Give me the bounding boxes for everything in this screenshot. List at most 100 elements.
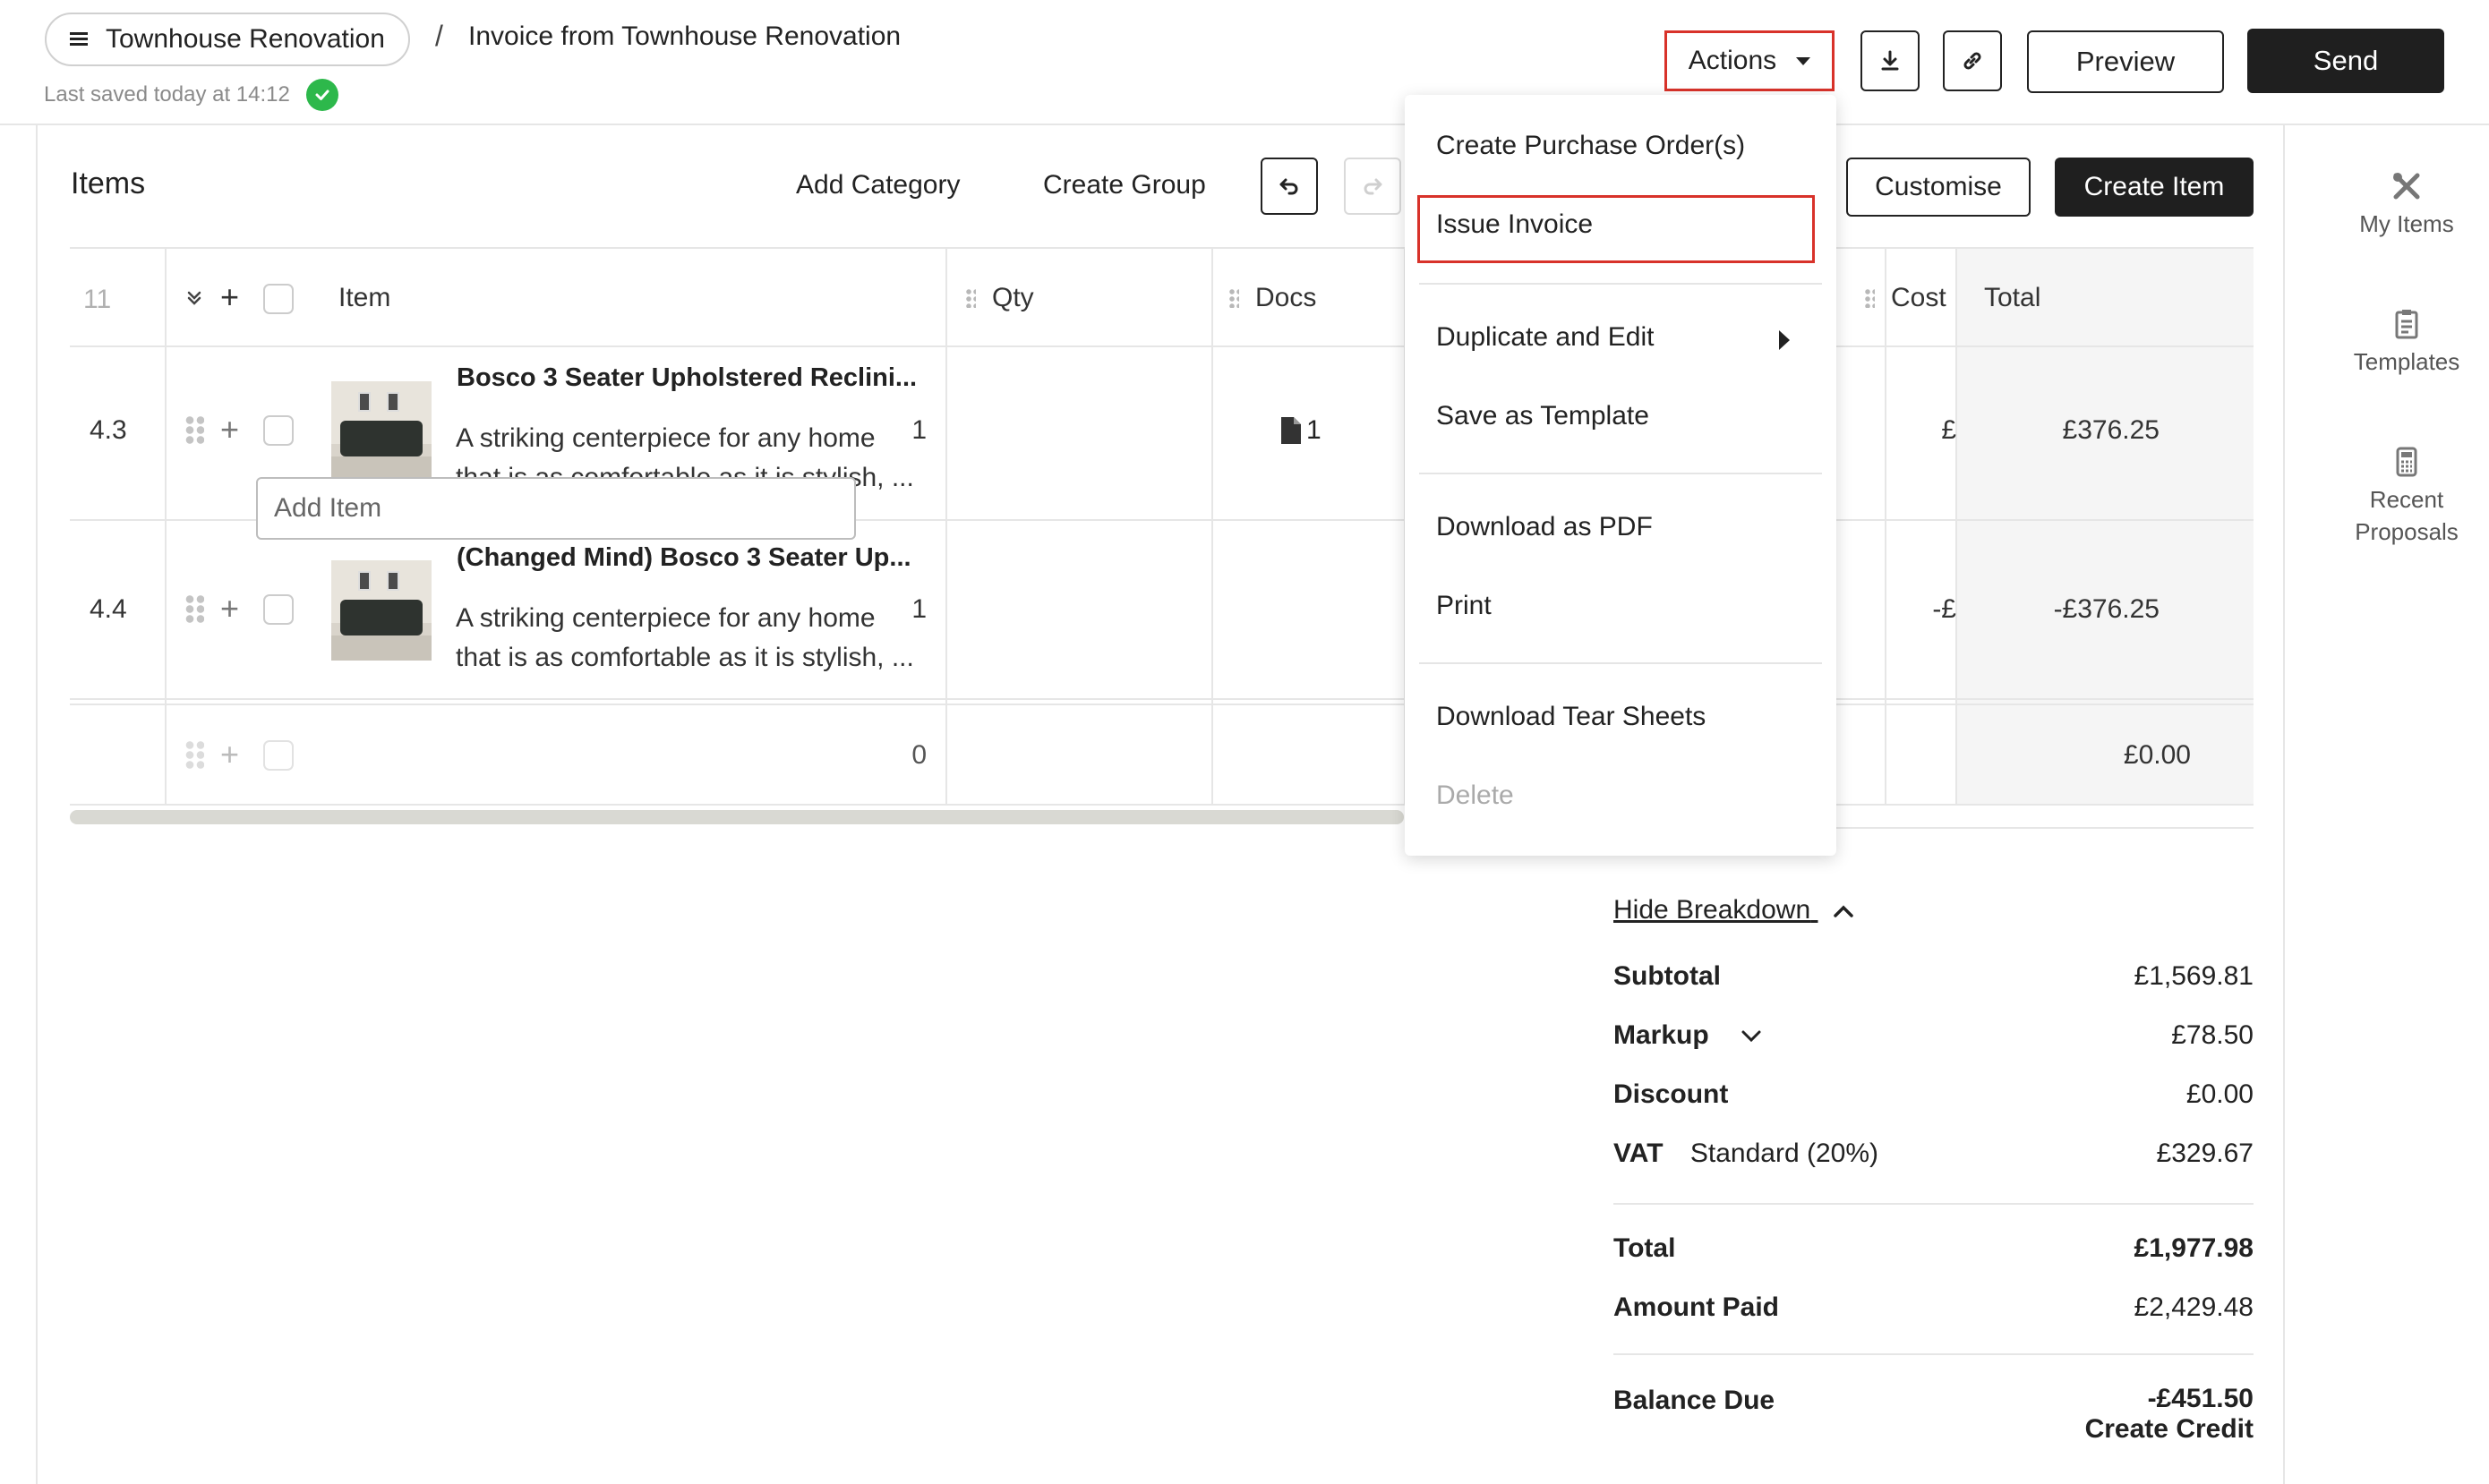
item-name[interactable]: (Changed Mind) Bosco 3 Seater Up... — [457, 543, 911, 573]
sidebar-item-my-items[interactable]: My Items — [2324, 170, 2489, 240]
sidebar-label: Proposals — [2355, 518, 2459, 545]
drag-handle-icon[interactable] — [1228, 288, 1239, 308]
item-thumbnail[interactable] — [331, 560, 432, 661]
sidebar-item-recent-proposals[interactable]: Recent Proposals — [2324, 446, 2489, 548]
menu-item-delete: Delete — [1436, 780, 1514, 810]
discount-label[interactable]: Discount — [1613, 1079, 1728, 1110]
column-docs[interactable]: Docs — [1228, 283, 1316, 313]
vat-label: VAT — [1613, 1139, 1664, 1168]
menu-item-print[interactable]: Print — [1436, 591, 1492, 621]
preview-button[interactable]: Preview — [2027, 30, 2224, 93]
cost-value[interactable]: -£ — [1932, 594, 1956, 625]
column-cost-label: Cost — [1891, 283, 1946, 312]
download-button[interactable] — [1860, 30, 1920, 91]
undo-button[interactable] — [1261, 158, 1318, 215]
drag-handle-icon[interactable] — [1864, 288, 1875, 308]
drag-handle-icon[interactable] — [184, 415, 204, 446]
actions-dropdown-menu: Create Purchase Order(s) Issue Invoice D… — [1405, 95, 1836, 856]
menu-item-save-as-template[interactable]: Save as Template — [1436, 401, 1649, 431]
actions-button[interactable]: Actions — [1664, 30, 1835, 91]
caret-down-icon — [1796, 56, 1811, 65]
clipboard-icon — [2395, 310, 2418, 339]
horizontal-scrollbar[interactable] — [70, 810, 1404, 824]
save-status: Last saved today at 14:12 — [44, 79, 338, 111]
project-name: Townhouse Renovation — [106, 24, 385, 54]
markup-value: £78.50 — [2171, 1020, 2254, 1050]
calculator-icon — [2396, 447, 2417, 477]
menu-item-create-purchase-orders[interactable]: Create Purchase Order(s) — [1436, 131, 1745, 161]
column-item[interactable]: Item — [338, 283, 390, 313]
actions-label: Actions — [1688, 46, 1777, 75]
amount-paid-value: £2,429.48 — [2134, 1292, 2254, 1322]
save-status-text: Last saved today at 14:12 — [44, 82, 290, 107]
add-row-icon[interactable]: + — [220, 281, 239, 313]
page-title: Invoice from Townhouse Renovation — [468, 21, 902, 51]
discount-value: £0.00 — [2185, 1079, 2254, 1109]
balance-due-value: -£451.50 — [2147, 1384, 2254, 1413]
column-qty-label: Qty — [992, 283, 1034, 312]
add-item-input[interactable]: Add Item — [256, 477, 856, 540]
drag-handle-icon[interactable] — [965, 288, 976, 308]
redo-icon — [1364, 178, 1382, 195]
add-subitem-icon[interactable]: + — [220, 593, 239, 625]
customise-button[interactable]: Customise — [1846, 158, 2031, 217]
check-icon — [305, 79, 338, 111]
row-checkbox[interactable] — [263, 594, 294, 625]
column-total[interactable]: Total — [1984, 283, 2040, 313]
project-breadcrumb-button[interactable]: Townhouse Renovation — [45, 13, 410, 66]
submenu-arrow-icon — [1779, 330, 1790, 350]
send-button[interactable]: Send — [2247, 29, 2444, 93]
column-docs-label: Docs — [1255, 283, 1317, 312]
row-checkbox — [263, 740, 294, 771]
hide-breakdown-link[interactable]: Hide Breakdown — [1613, 895, 1855, 925]
markup-label: Markup — [1613, 1020, 1709, 1050]
download-icon — [1881, 50, 1899, 71]
create-credit-link[interactable]: Create Credit — [2085, 1414, 2254, 1445]
row-number: 4.3 — [90, 415, 127, 445]
redo-button[interactable] — [1344, 158, 1401, 215]
menu-item-download-pdf[interactable]: Download as PDF — [1436, 512, 1653, 542]
sidebar-label: Recent — [2369, 486, 2444, 513]
create-group-button[interactable]: Create Group — [1043, 170, 1206, 200]
item-thumbnail[interactable] — [331, 381, 432, 482]
copy-link-button[interactable] — [1943, 30, 2002, 91]
item-description: A striking centerpiece for any home that… — [456, 599, 914, 678]
chevron-up-icon — [1834, 905, 1854, 917]
add-category-button[interactable]: Add Category — [796, 170, 960, 200]
qty-value: 0 — [911, 740, 927, 770]
select-all-checkbox[interactable] — [263, 284, 294, 314]
vat-rate[interactable]: Standard (20%) — [1690, 1139, 1878, 1168]
add-subitem-icon: + — [220, 736, 240, 772]
total-value: -£376.25 — [2053, 594, 2160, 624]
menu-icon — [70, 32, 88, 47]
drag-handle-icon — [184, 740, 204, 771]
create-item-button[interactable]: Create Item — [2055, 158, 2254, 217]
markup-toggle[interactable]: Markup — [1613, 1020, 1763, 1051]
subtotal-label: Subtotal — [1613, 961, 1721, 991]
column-cost[interactable]: Cost — [1864, 283, 1946, 313]
menu-item-download-tear-sheets[interactable]: Download Tear Sheets — [1436, 702, 1706, 732]
menu-item-issue-invoice[interactable]: Issue Invoice — [1436, 209, 1593, 240]
balance-due-label: Balance Due — [1613, 1386, 1775, 1415]
qty-value[interactable]: 1 — [911, 415, 927, 446]
cost-value[interactable]: £ — [1941, 415, 1956, 446]
menu-item-duplicate-and-edit[interactable]: Duplicate and Edit — [1436, 322, 1655, 353]
drag-handle-icon[interactable] — [184, 594, 204, 625]
item-name[interactable]: Bosco 3 Seater Upholstered Reclini... — [457, 363, 917, 393]
hide-breakdown-label: Hide Breakdown — [1613, 895, 1811, 925]
vat-value: £329.67 — [2156, 1139, 2254, 1168]
total-value: £0.00 — [2123, 740, 2191, 770]
collapse-all-icon[interactable] — [184, 288, 204, 312]
docs-cell[interactable]: 1 — [1281, 415, 1321, 446]
item-description-line: A striking centerpiece for any home — [456, 603, 876, 633]
row-checkbox[interactable] — [263, 415, 294, 446]
column-qty[interactable]: Qty — [965, 283, 1034, 313]
item-description-line: that is as comfortable as it is stylish,… — [456, 643, 914, 672]
item-description-line: A striking centerpiece for any home — [456, 423, 876, 453]
sidebar-item-templates[interactable]: Templates — [2324, 308, 2489, 378]
add-subitem-icon[interactable]: + — [220, 414, 239, 446]
page-header: Townhouse Renovation / Invoice from Town… — [0, 0, 2489, 125]
amount-paid-label: Amount Paid — [1613, 1292, 1779, 1322]
total-amount: £1,977.98 — [2134, 1233, 2254, 1263]
qty-value[interactable]: 1 — [911, 594, 927, 625]
